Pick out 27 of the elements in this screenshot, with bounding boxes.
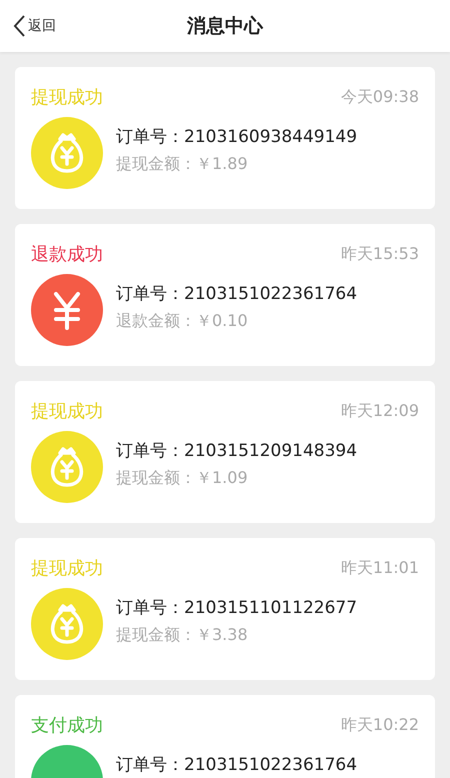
back-icon [12, 14, 26, 38]
message-title: 提现成功 [31, 557, 103, 580]
order-number: 订单号：2103151101122677 [116, 597, 358, 619]
order-number: 订单号：2103151209148394 [116, 440, 358, 462]
message-time: 昨天15:53 [340, 244, 419, 264]
amount: 提现金额：￥1.89 [116, 154, 249, 175]
back-button[interactable]: 返回 [12, 14, 56, 38]
message-title: 退款成功 [31, 243, 103, 266]
amount: 提现金额：￥3.38 [116, 625, 249, 646]
message-card[interactable]: 支付成功 昨天10:22 订单号：2103151022361764 [15, 695, 435, 778]
message-time: 今天09:38 [340, 86, 419, 108]
amount: 退款金额：￥0.10 [116, 311, 249, 332]
order-number: 订单号：2103151022361764 [116, 754, 358, 776]
message-card[interactable]: 提现成功 今天09:38 订单号：2103160938449149 提现金额：￥1.89 [15, 67, 435, 209]
message-card[interactable]: 提现成功 昨天11:01 订单号：2103151101122677 提现金额：￥3.38 [15, 538, 435, 680]
message-title: 提现成功 [31, 400, 103, 423]
order-number: 订单号：2103151022361764 [116, 283, 358, 305]
amount: 提现金额：￥1.09 [116, 468, 249, 489]
message-time: 昨天10:22 [340, 714, 419, 736]
order-number: 订单号：2103160938449149 [116, 126, 358, 148]
message-title: 支付成功 [31, 714, 103, 737]
message-time: 昨天12:09 [340, 400, 419, 422]
message-card[interactable]: 提现成功 昨天12:09 订单号：2103151209148394 提现金额：￥1.09 [15, 381, 435, 523]
message-time: 昨天11:01 [340, 558, 419, 578]
message-title: 提现成功 [31, 86, 103, 109]
page-title: 消息中心 [187, 14, 263, 39]
message-card[interactable]: 退款成功 昨天15:53 订单号：2103151022361764 退款金额：￥0.10 [15, 224, 435, 366]
